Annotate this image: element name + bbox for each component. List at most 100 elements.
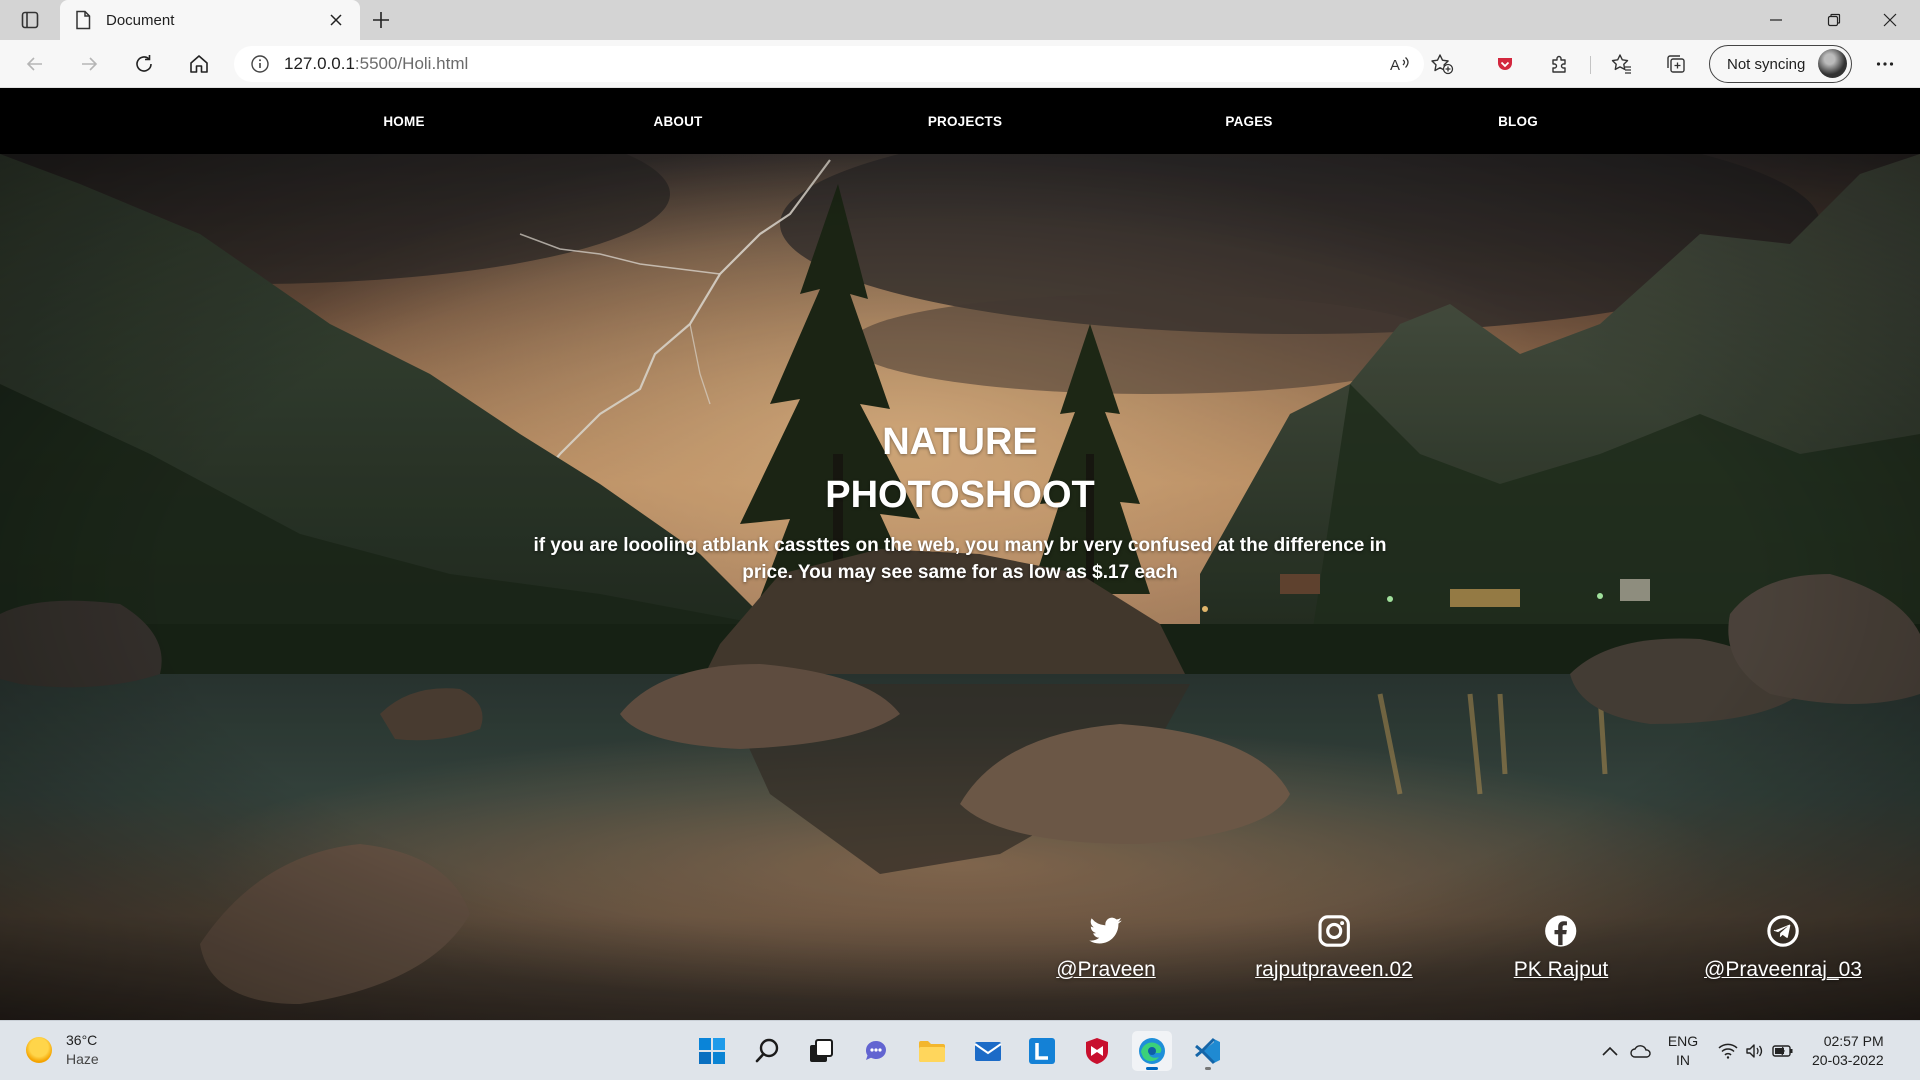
plus-icon (373, 12, 389, 28)
facebook-icon (1545, 915, 1577, 947)
task-view-icon (810, 1039, 833, 1062)
pocket-extension-button[interactable] (1490, 50, 1520, 78)
profile-sync-button[interactable]: Not syncing (1709, 45, 1852, 83)
more-horizontal-icon (1876, 62, 1894, 66)
hero-description: if you are loooling atblank cassttes on … (500, 532, 1420, 586)
sync-status-label: Not syncing (1727, 55, 1806, 73)
read-aloud-icon: A (1390, 57, 1409, 74)
running-app-indicator (1205, 1067, 1211, 1070)
social-link-twitter[interactable]: @Praveen (1056, 914, 1156, 982)
instagram-icon (1318, 915, 1350, 947)
url-host: 127.0.0.1 (284, 54, 355, 73)
social-link-facebook[interactable]: PK Rajput (1513, 914, 1609, 982)
language-code: ENG (1667, 1033, 1699, 1049)
mcafee-shield-icon (1086, 1038, 1108, 1064)
url-text[interactable]: 127.0.0.1:5500/Holi.html (284, 54, 468, 74)
nav-pages-link[interactable]: PAGES (1225, 89, 1272, 154)
collections-button[interactable] (1661, 50, 1691, 78)
teams-chat-button[interactable] (856, 1031, 896, 1071)
extensions-button[interactable] (1545, 50, 1575, 78)
app-l-button[interactable] (1022, 1031, 1062, 1071)
hero-title-line-2: PHOTOSHOOT (825, 474, 1095, 516)
battery-charging-icon (1772, 1045, 1793, 1057)
windows-taskbar: 36°C Haze ENG IN 02:57 PM 20-03-2022 (0, 1020, 1920, 1080)
twitter-icon (1088, 917, 1122, 944)
social-link-instagram[interactable]: rajputpraveen.02 (1255, 914, 1413, 982)
vscode-button[interactable] (1188, 1031, 1228, 1071)
favorites-button[interactable] (1607, 50, 1637, 78)
close-window-button[interactable] (1862, 0, 1918, 40)
search-button[interactable] (748, 1031, 788, 1071)
sun-haze-icon (26, 1037, 52, 1063)
hero-section: NATURE PHOTOSHOOT if you are loooling at… (0, 154, 1920, 1020)
new-tab-button[interactable] (366, 6, 396, 34)
edge-browser-button[interactable] (1132, 1031, 1172, 1071)
pocket-icon (1498, 58, 1512, 70)
hero-description-line-2: price. You may see same for as low as $.… (742, 562, 1178, 583)
mail-button[interactable] (968, 1031, 1008, 1071)
clock-time: 02:57 PM (1823, 1033, 1884, 1049)
l-app-icon (1029, 1038, 1055, 1064)
arrow-left-icon (26, 57, 42, 71)
vscode-icon (1195, 1037, 1220, 1065)
minimize-icon (1770, 19, 1782, 21)
read-aloud-button[interactable]: A (1386, 52, 1414, 76)
show-hidden-icons-button[interactable] (1596, 1021, 1624, 1080)
add-favorite-button[interactable] (1428, 52, 1456, 76)
document-icon (76, 10, 91, 30)
weather-temperature: 36°C (66, 1032, 98, 1048)
browser-toolbar: 127.0.0.1:5500/Holi.html A Not syncing (0, 40, 1920, 88)
wifi-icon (1718, 1043, 1738, 1059)
instagram-handle: rajputpraveen.02 (1255, 958, 1413, 981)
weather-widget[interactable]: 36°C Haze (26, 1031, 99, 1069)
home-button[interactable] (182, 48, 216, 80)
star-plus-icon (1431, 54, 1454, 75)
forward-button[interactable] (72, 48, 106, 80)
svg-text:A: A (1390, 57, 1400, 74)
arrow-right-icon (82, 57, 98, 71)
input-language-button[interactable]: ENG IN (1664, 1021, 1702, 1080)
avatar (1818, 49, 1847, 78)
chat-icon (865, 1041, 886, 1060)
nav-blog-link[interactable]: BLOG (1498, 89, 1538, 154)
restore-button[interactable] (1806, 0, 1862, 40)
info-icon[interactable] (250, 54, 270, 74)
collections-icon (1667, 55, 1685, 73)
tab-actions-button[interactable] (14, 6, 46, 34)
mail-icon (974, 1042, 1002, 1061)
hero-title-line-1: NATURE (882, 421, 1038, 463)
task-view-button[interactable] (801, 1031, 841, 1071)
weather-description: Haze (66, 1051, 99, 1067)
url-path: :5500/Holi.html (354, 54, 469, 73)
clock-date: 20-03-2022 (1812, 1052, 1884, 1068)
clock-button[interactable]: 02:57 PM 20-03-2022 (1812, 1032, 1884, 1070)
telegram-icon (1767, 915, 1799, 947)
nav-home-link[interactable]: HOME (383, 89, 424, 154)
social-link-telegram[interactable]: @Praveenraj_03 (1704, 914, 1862, 982)
start-button[interactable] (692, 1031, 732, 1071)
hero-title: NATURE PHOTOSHOOT (760, 416, 1160, 522)
hero-description-line-1: if you are loooling atblank cassttes on … (533, 535, 1387, 556)
tab-title: Document (106, 11, 175, 29)
facebook-handle: PK Rajput (1513, 958, 1609, 981)
mcafee-button[interactable] (1077, 1031, 1117, 1071)
site-navigation: HOME ABOUT PROJECTS PAGES BLOG (0, 89, 1920, 154)
volume-icon (1746, 1044, 1763, 1058)
back-button[interactable] (18, 48, 52, 80)
refresh-button[interactable] (127, 48, 161, 80)
toolbar-divider (1590, 56, 1591, 74)
restore-icon (1827, 13, 1841, 27)
file-explorer-button[interactable] (912, 1031, 952, 1071)
minimize-button[interactable] (1748, 0, 1804, 40)
nav-projects-link[interactable]: PROJECTS (928, 89, 1002, 154)
address-bar[interactable]: 127.0.0.1:5500/Holi.html A (234, 46, 1454, 82)
nav-about-link[interactable]: ABOUT (654, 89, 703, 154)
quick-settings-button[interactable] (1716, 1021, 1796, 1080)
folder-icon (919, 1041, 945, 1062)
tab-close-button[interactable] (326, 10, 346, 30)
web-page: HOME ABOUT PROJECTS PAGES BLOG NATURE PH… (0, 89, 1920, 1020)
settings-more-button[interactable] (1870, 50, 1900, 78)
telegram-handle: @Praveenraj_03 (1704, 958, 1862, 981)
browser-tab[interactable]: Document (60, 0, 360, 40)
onedrive-button[interactable] (1626, 1021, 1656, 1080)
